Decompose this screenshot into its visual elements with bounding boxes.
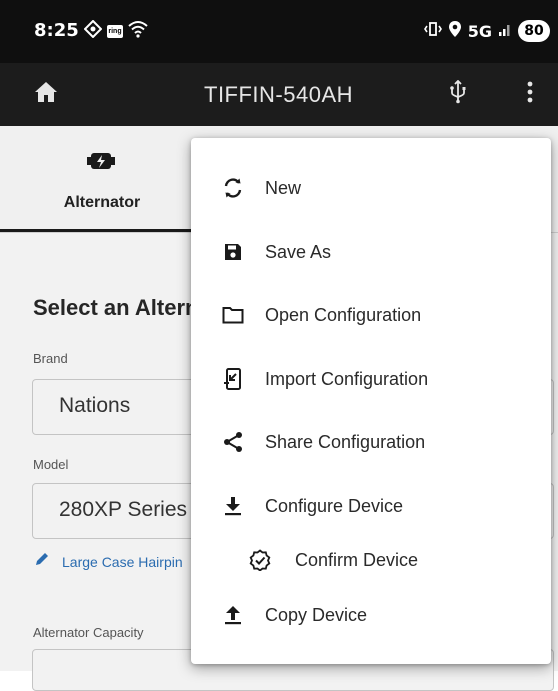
menu-item-label: New: [265, 177, 302, 198]
tab-alternator-label: Alternator: [63, 194, 141, 211]
nfc-icon: [83, 19, 103, 43]
usb-button[interactable]: [440, 76, 476, 112]
more-options-button[interactable]: [512, 76, 548, 112]
alternator-icon: [86, 150, 116, 177]
brand-label: Brand: [33, 351, 68, 366]
home-icon: [34, 81, 58, 108]
status-icons-right: 5G 80: [423, 19, 550, 43]
menu-item-confirm-device[interactable]: Confirm Device: [191, 532, 551, 588]
menu-item-label: Copy Device: [265, 604, 368, 625]
menu-item-new[interactable]: New: [191, 160, 551, 216]
usb-icon: [449, 79, 467, 109]
alternator-detail-link[interactable]: Large Case Hairpin: [34, 551, 183, 572]
share-icon: [221, 430, 245, 454]
menu-item-label: Configure Device: [265, 495, 404, 516]
menu-item-open-configuration[interactable]: Open Configuration: [191, 287, 551, 343]
model-value: 280XP Series: [59, 498, 188, 521]
refresh-icon: [221, 176, 245, 200]
menu-item-copy-device[interactable]: Copy Device: [191, 587, 551, 643]
location-icon: [448, 20, 462, 43]
menu-item-label: Share Configuration: [265, 431, 426, 452]
menu-item-label: Save As: [265, 241, 332, 262]
menu-item-label: Import Configuration: [265, 368, 429, 389]
status-icons-left: ring: [83, 19, 148, 43]
wifi-icon: [128, 20, 148, 43]
import-icon: [221, 367, 245, 391]
app-bar: TIFFIN-540AH: [0, 63, 558, 126]
model-label: Model: [33, 457, 69, 472]
overflow-menu: New Save As Open Configuration Import Co…: [191, 138, 551, 664]
menu-item-import-configuration[interactable]: Import Configuration: [191, 351, 551, 407]
app-title: TIFFIN-540AH: [204, 82, 354, 107]
capacity-label: Alternator Capacity: [33, 625, 144, 640]
brand-value: Nations: [59, 394, 131, 417]
status-time: 8:25: [34, 20, 79, 41]
tab-alternator[interactable]: Alternator: [0, 126, 196, 232]
menu-item-save-as[interactable]: Save As: [191, 224, 551, 280]
battery-indicator: 80: [518, 20, 550, 42]
menu-item-configure-device[interactable]: Configure Device: [191, 478, 551, 534]
status-bar: 8:25 ring 5G 80: [0, 0, 558, 63]
network-type: 5G: [467, 21, 492, 41]
edit-pencil-icon: [34, 551, 50, 572]
menu-item-label: Confirm Device: [295, 549, 419, 570]
ring-app-icon: ring: [107, 24, 123, 38]
download-icon: [221, 494, 245, 518]
more-vert-icon: [527, 80, 533, 109]
save-icon: [221, 240, 245, 264]
link-text: Large Case Hairpin: [62, 553, 183, 570]
menu-item-label: Open Configuration: [265, 304, 422, 325]
folder-icon: [221, 303, 245, 327]
upload-icon: [221, 603, 245, 627]
verified-check-icon: [248, 548, 272, 572]
vibrate-icon: [423, 20, 442, 43]
menu-item-share-configuration[interactable]: Share Configuration: [191, 414, 551, 470]
signal-icon: [498, 21, 512, 42]
home-button[interactable]: [28, 76, 64, 112]
